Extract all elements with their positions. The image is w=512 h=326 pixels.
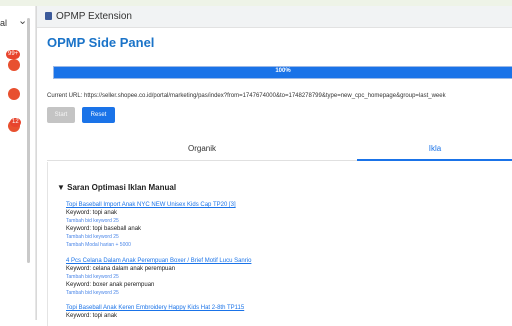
product-link[interactable]: Topi Baseball Import Anak NYC NEW Unisex… [66,201,506,209]
keyword-text: Keyword: boxer anak perempuan [66,282,155,288]
chevron-down-icon[interactable]: ⌄ [18,14,27,27]
tab-organik[interactable]: Organik [47,137,357,161]
tab-bar: Organik Ikla [47,137,512,161]
notification-badge: 99+ [6,50,21,59]
list-item: Topi Baseball Import Anak NYC NEW Unisex… [66,201,506,249]
notification-icon[interactable] [8,59,20,71]
keyword-text: Keyword: topi anak [66,313,118,319]
list-item: Topi Baseball Anak Keren Embroidery Happ… [66,304,506,320]
keyword-text: Keyword: topi baseball anak [66,226,142,232]
start-button[interactable]: Start [47,107,75,123]
progress-bar: 100% [53,66,512,79]
page-title: OPMP Side Panel [47,35,155,50]
progress-label: 100% [275,68,291,74]
suggestion-card: ▼ Saran Optimasi Iklan Manual Topi Baseb… [47,162,512,326]
keyword-text: Keyword: celana dalam anak perempuan [66,266,176,272]
suggestion-text: Tambah Modal harian + 5000 [66,242,131,248]
suggestion-text: Tambah bid keyword 25 [66,290,119,296]
current-url: Current URL: https://seller.shopee.co.id… [47,93,446,99]
reset-button[interactable]: Reset [82,107,115,123]
extension-logo-icon [45,12,52,20]
extension-title: OPMP Extension [56,11,132,22]
keyword-text: Keyword: topi anak [66,210,118,216]
chat-icon[interactable] [8,88,20,100]
suggestion-text: Tambah bid keyword 25 [66,218,119,224]
panel-header: OPMP Extension [37,6,512,28]
suggestion-text: Tambah bid keyword 25 [66,274,119,280]
product-link[interactable]: 4 Pcs Celana Dalam Anak Perempuan Boxer … [66,257,506,265]
select-label[interactable]: al [0,18,7,28]
tab-iklan[interactable]: Ikla [357,137,512,161]
left-scrollbar[interactable] [27,18,30,263]
product-link[interactable]: Topi Baseball Anak Keren Embroidery Happ… [66,304,506,312]
list-item: 4 Pcs Celana Dalam Anak Perempuan Boxer … [66,257,506,297]
side-panel: OPMP Extension OPMP Side Panel 100% Curr… [36,6,512,326]
suggestion-text: Tambah bid keyword 25 [66,234,119,240]
message-badge: 12 [10,118,21,127]
section-title[interactable]: ▼ Saran Optimasi Iklan Manual [57,183,176,192]
left-app-rail: al ⌄ 99+ 12 [0,6,36,320]
